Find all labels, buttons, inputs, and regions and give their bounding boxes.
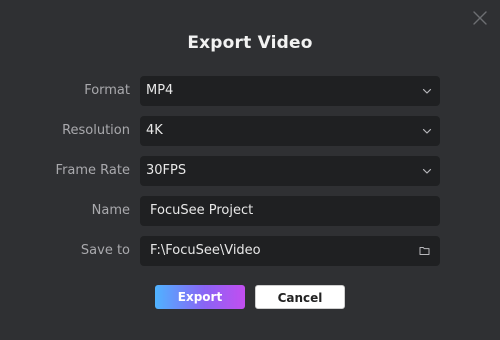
close-button[interactable] bbox=[472, 10, 488, 26]
name-value: FocuSee Project bbox=[150, 203, 254, 218]
format-label: Format bbox=[84, 83, 130, 98]
dialog-title: Export Video bbox=[187, 33, 313, 53]
chevron-down-icon bbox=[422, 168, 432, 174]
frame-rate-row: Frame Rate 30FPS bbox=[0, 156, 500, 186]
resolution-select[interactable]: 4K bbox=[140, 116, 440, 146]
name-row: Name FocuSee Project bbox=[0, 196, 500, 226]
frame-rate-label: Frame Rate bbox=[55, 163, 130, 178]
format-value: MP4 bbox=[146, 83, 174, 98]
chevron-down-icon bbox=[422, 128, 432, 134]
resolution-row: Resolution 4K bbox=[0, 116, 500, 146]
dialog-actions: Export Cancel bbox=[0, 285, 500, 309]
save-to-label: Save to bbox=[80, 243, 130, 258]
folder-icon[interactable] bbox=[419, 245, 430, 256]
export-video-dialog: Export Video Format MP4 Resolution 4K Fr… bbox=[0, 0, 500, 340]
save-to-value: F:\FocuSee\Video bbox=[150, 243, 261, 258]
resolution-value: 4K bbox=[146, 123, 163, 138]
resolution-label: Resolution bbox=[62, 123, 130, 138]
format-select[interactable]: MP4 bbox=[140, 76, 440, 106]
format-row: Format MP4 bbox=[0, 76, 500, 106]
close-icon bbox=[473, 11, 487, 25]
name-label: Name bbox=[91, 203, 130, 218]
save-to-row: Save to F:\FocuSee\Video bbox=[0, 236, 500, 266]
save-to-input[interactable]: F:\FocuSee\Video bbox=[140, 236, 440, 266]
name-input[interactable]: FocuSee Project bbox=[140, 196, 440, 226]
chevron-down-icon bbox=[422, 88, 432, 94]
cancel-button[interactable]: Cancel bbox=[255, 285, 345, 309]
export-button[interactable]: Export bbox=[155, 285, 245, 309]
frame-rate-value: 30FPS bbox=[146, 163, 187, 178]
frame-rate-select[interactable]: 30FPS bbox=[140, 156, 440, 186]
